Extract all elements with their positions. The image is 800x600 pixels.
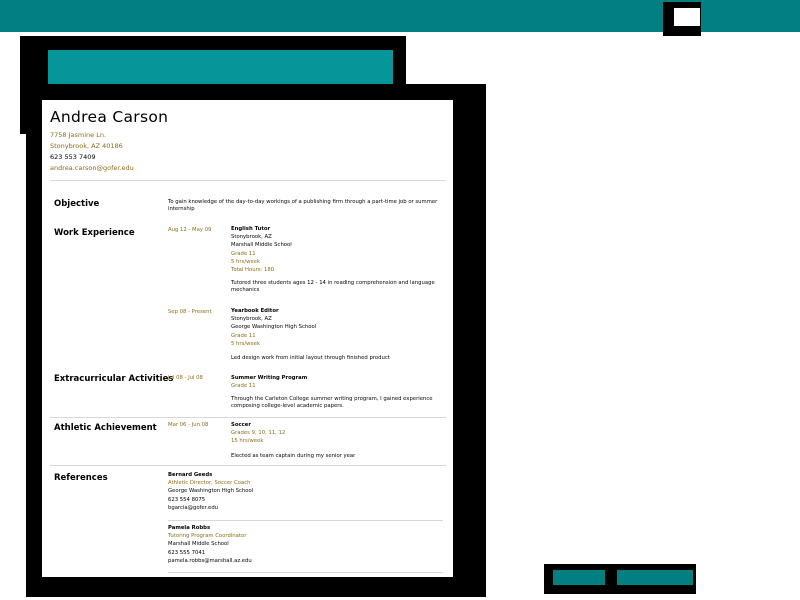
- divider: [168, 572, 443, 573]
- work-2-desc: Led design work from initial layout thro…: [231, 355, 390, 362]
- reference-2-name: Pamela Robbs: [168, 525, 211, 531]
- athletic-dates: Mar 06 - Jun 08: [168, 422, 209, 428]
- objective-title: Objective: [54, 199, 100, 209]
- reference-1-name: Bernard Geeds: [168, 472, 213, 478]
- divider: [168, 520, 443, 521]
- work-1-line: Stonybrook, AZ: [231, 234, 272, 241]
- athletic-entry: Soccer Grades 9, 10, 11, 12 15 hrs/week …: [231, 421, 451, 460]
- extracurricular-entry: Summer Writing Program Grade 11 Through …: [231, 374, 451, 410]
- work-1-line: Grade 11: [231, 250, 256, 257]
- resume-document: Andrea Carson 7758 Jasmine Ln. Stonybroo…: [42, 100, 453, 577]
- bottom-button-left[interactable]: [553, 570, 605, 585]
- reference-1-line: bgarcia@gofer.edu: [168, 504, 219, 511]
- reference-1-line: 623 554 8075: [168, 496, 206, 503]
- athletic-role: Soccer: [231, 422, 251, 428]
- extracurricular-title: Extracurricular Activities: [54, 374, 174, 384]
- divider: [50, 417, 446, 418]
- reference-2-line: Marshall Middle School: [168, 541, 229, 548]
- athletic-line: Grades 9, 10, 11, 12: [231, 430, 286, 437]
- work-2-line: George Washington High School: [231, 324, 317, 331]
- athletic-title: Athletic Achievement: [54, 423, 157, 433]
- reference-2: Pamela Robbs Tutoring Program Coordinato…: [168, 524, 388, 565]
- top-right-window-control[interactable]: [663, 2, 701, 36]
- email: andrea.carson@gofer.edu: [50, 164, 134, 172]
- work-2-dates: Sep 08 - Present: [168, 309, 212, 315]
- work-2-line: 5 hrs/week: [231, 340, 261, 347]
- work-2-entry: Yearbook Editor Stonybrook, AZ George Wa…: [231, 307, 451, 362]
- extracurricular-line: Grade 11: [231, 383, 256, 390]
- bottom-button-bar: [544, 564, 696, 594]
- work-2-line: Grade 11: [231, 332, 256, 339]
- contact-block: 7758 Jasmine Ln. Stonybrook, AZ 40186 62…: [50, 130, 134, 174]
- phone: 623 553 7409: [50, 153, 96, 161]
- divider: [50, 465, 446, 466]
- work-title: Work Experience: [54, 228, 135, 238]
- extracurricular-dates: Jul 08 - Jul 08: [168, 375, 203, 381]
- work-2-role: Yearbook Editor: [231, 308, 279, 314]
- work-1-line: 5 hrs/week: [231, 258, 261, 265]
- reference-2-line: 623 555 7041: [168, 549, 206, 556]
- reference-2-line: Tutoring Program Coordinator: [168, 533, 247, 540]
- extracurricular-role: Summer Writing Program: [231, 375, 308, 381]
- address-line2: Stonybrook, AZ 40186: [50, 142, 123, 150]
- reference-2-line: pamela.robbs@marshall.az.edu: [168, 557, 252, 564]
- reference-1: Bernard Geeds Athletic Director, Soccer …: [168, 471, 388, 512]
- objective-text: To gain knowledge of the day-to-day work…: [168, 199, 438, 212]
- resume-name: Andrea Carson: [50, 108, 169, 126]
- work-1-dates: Aug 12 - May 09: [168, 227, 212, 233]
- work-1-line: Marshall Middle School: [231, 242, 292, 249]
- extracurricular-desc: Through the Carleton College summer writ…: [231, 396, 433, 410]
- reference-1-line: George Washington High School: [168, 488, 254, 495]
- references-title: References: [54, 473, 108, 483]
- background-window-title-bar: [48, 50, 393, 84]
- divider: [50, 180, 446, 181]
- work-1-desc: Tutored three students ages 12 - 14 in r…: [231, 280, 435, 294]
- address-line1: 7758 Jasmine Ln.: [50, 131, 107, 139]
- work-1-role: English Tutor: [231, 226, 271, 232]
- athletic-line: 15 hrs/week: [231, 438, 264, 445]
- reference-1-line: Athletic Director, Soccer Coach: [168, 480, 251, 487]
- athletic-desc: Elected as team captain during my senior…: [231, 452, 356, 459]
- bottom-button-right[interactable]: [617, 570, 693, 585]
- work-1-line: Total Hours: 180: [231, 267, 275, 274]
- work-2-line: Stonybrook, AZ: [231, 316, 272, 323]
- window-control-inner: [674, 8, 700, 26]
- work-1-entry: English Tutor Stonybrook, AZ Marshall Mi…: [231, 225, 451, 294]
